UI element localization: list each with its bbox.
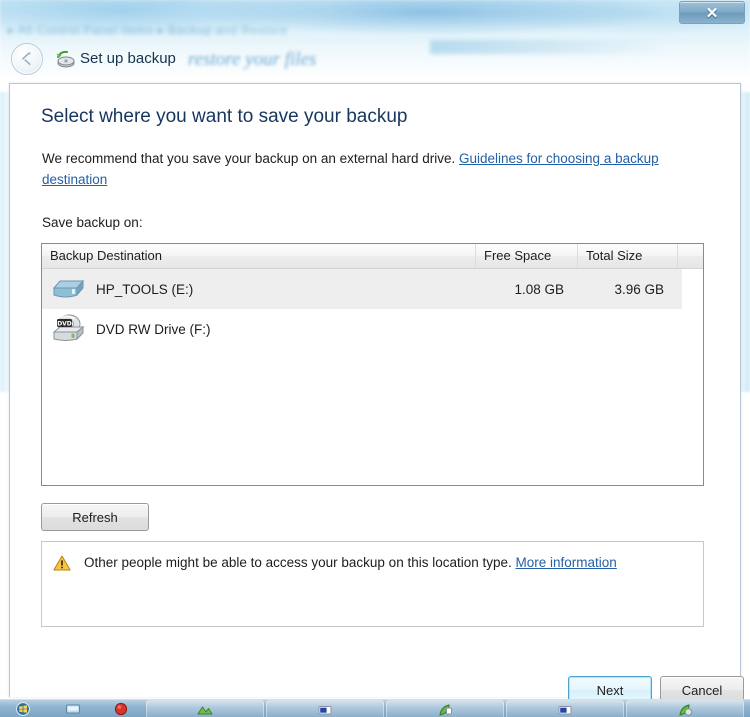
taskbar-window-leaf-1[interactable]: [386, 700, 504, 717]
hard-drive-icon: [52, 279, 85, 298]
folder-blue-icon: [558, 705, 572, 714]
svg-text:DVD: DVD: [57, 320, 72, 327]
dvd-drive-icon: DVD: [52, 314, 85, 341]
destination-name: HP_TOOLS (E:): [96, 281, 194, 297]
back-arrow-icon: [22, 52, 31, 66]
backup-destination-list[interactable]: Backup Destination Free Space Total Size…: [41, 243, 704, 486]
refresh-button[interactable]: Refresh: [41, 503, 149, 531]
warning-text: Other people might be able to access you…: [84, 552, 684, 573]
folder-blue-icon: [318, 705, 332, 714]
quick-launch-show-desktop[interactable]: [50, 700, 96, 717]
column-header-spacer[interactable]: [678, 244, 703, 268]
close-icon[interactable]: ✕: [679, 1, 745, 24]
background-breadcrumb: ▸ All Control Panel Items ▸ Backup and R…: [8, 23, 288, 37]
media-icon: [114, 702, 128, 716]
background-heading: restore your files: [188, 49, 317, 70]
leaf-icon: [679, 703, 693, 716]
warning-text-lead: Other people might be able to access you…: [84, 555, 516, 570]
destination-name: DVD RW Drive (F:): [96, 321, 211, 337]
wizard-dialog: Select where you want to save your backu…: [9, 83, 744, 704]
background-hatch: [430, 40, 670, 54]
cell-free-space: 1.08 GB: [514, 281, 564, 297]
start-orb-icon: [16, 702, 30, 716]
backup-wizard-icon: [56, 50, 75, 68]
show-desktop-icon: [66, 704, 80, 714]
taskbar-window-folder-2[interactable]: [506, 700, 624, 717]
screen: ▸ All Control Panel Items ▸ Backup and R…: [0, 0, 750, 717]
table-row[interactable]: HP_TOOLS (E:) 1.08 GB 3.96 GB: [42, 269, 682, 309]
intro-text: We recommend that you save your backup o…: [42, 148, 702, 190]
cell-destination-name: HP_TOOLS (E:): [42, 273, 476, 305]
table-row[interactable]: DVD DVD RW Drive (F:): [42, 309, 703, 349]
start-button[interactable]: [0, 700, 46, 717]
mountains-icon: [197, 706, 213, 714]
leaf-icon: [439, 703, 452, 716]
quick-launch-media[interactable]: [98, 700, 144, 717]
cell-destination-name: DVD DVD RW Drive (F:): [42, 313, 476, 345]
column-header-backup-destination[interactable]: Backup Destination: [42, 244, 476, 268]
listview-header: Backup Destination Free Space Total Size: [42, 244, 703, 269]
taskbar: [0, 699, 750, 717]
warning-box: Other people might be able to access you…: [41, 541, 704, 627]
more-information-link[interactable]: More information: [516, 555, 617, 570]
taskbar-window-folder-1[interactable]: [266, 700, 384, 717]
back-button[interactable]: [11, 43, 43, 75]
column-header-free-space[interactable]: Free Space: [476, 244, 578, 268]
save-backup-on-label: Save backup on:: [42, 215, 143, 230]
intro-text-lead: We recommend that you save your backup o…: [42, 151, 459, 166]
taskbar-window-mountains[interactable]: [146, 700, 264, 717]
column-header-total-size[interactable]: Total Size: [578, 244, 678, 268]
page-title: Select where you want to save your backu…: [41, 106, 408, 127]
taskbar-window-leaf-2[interactable]: [626, 700, 744, 717]
wizard-title: Set up backup: [80, 50, 176, 67]
cell-total-size: 3.96 GB: [614, 281, 664, 297]
warning-triangle-icon: [53, 555, 71, 571]
